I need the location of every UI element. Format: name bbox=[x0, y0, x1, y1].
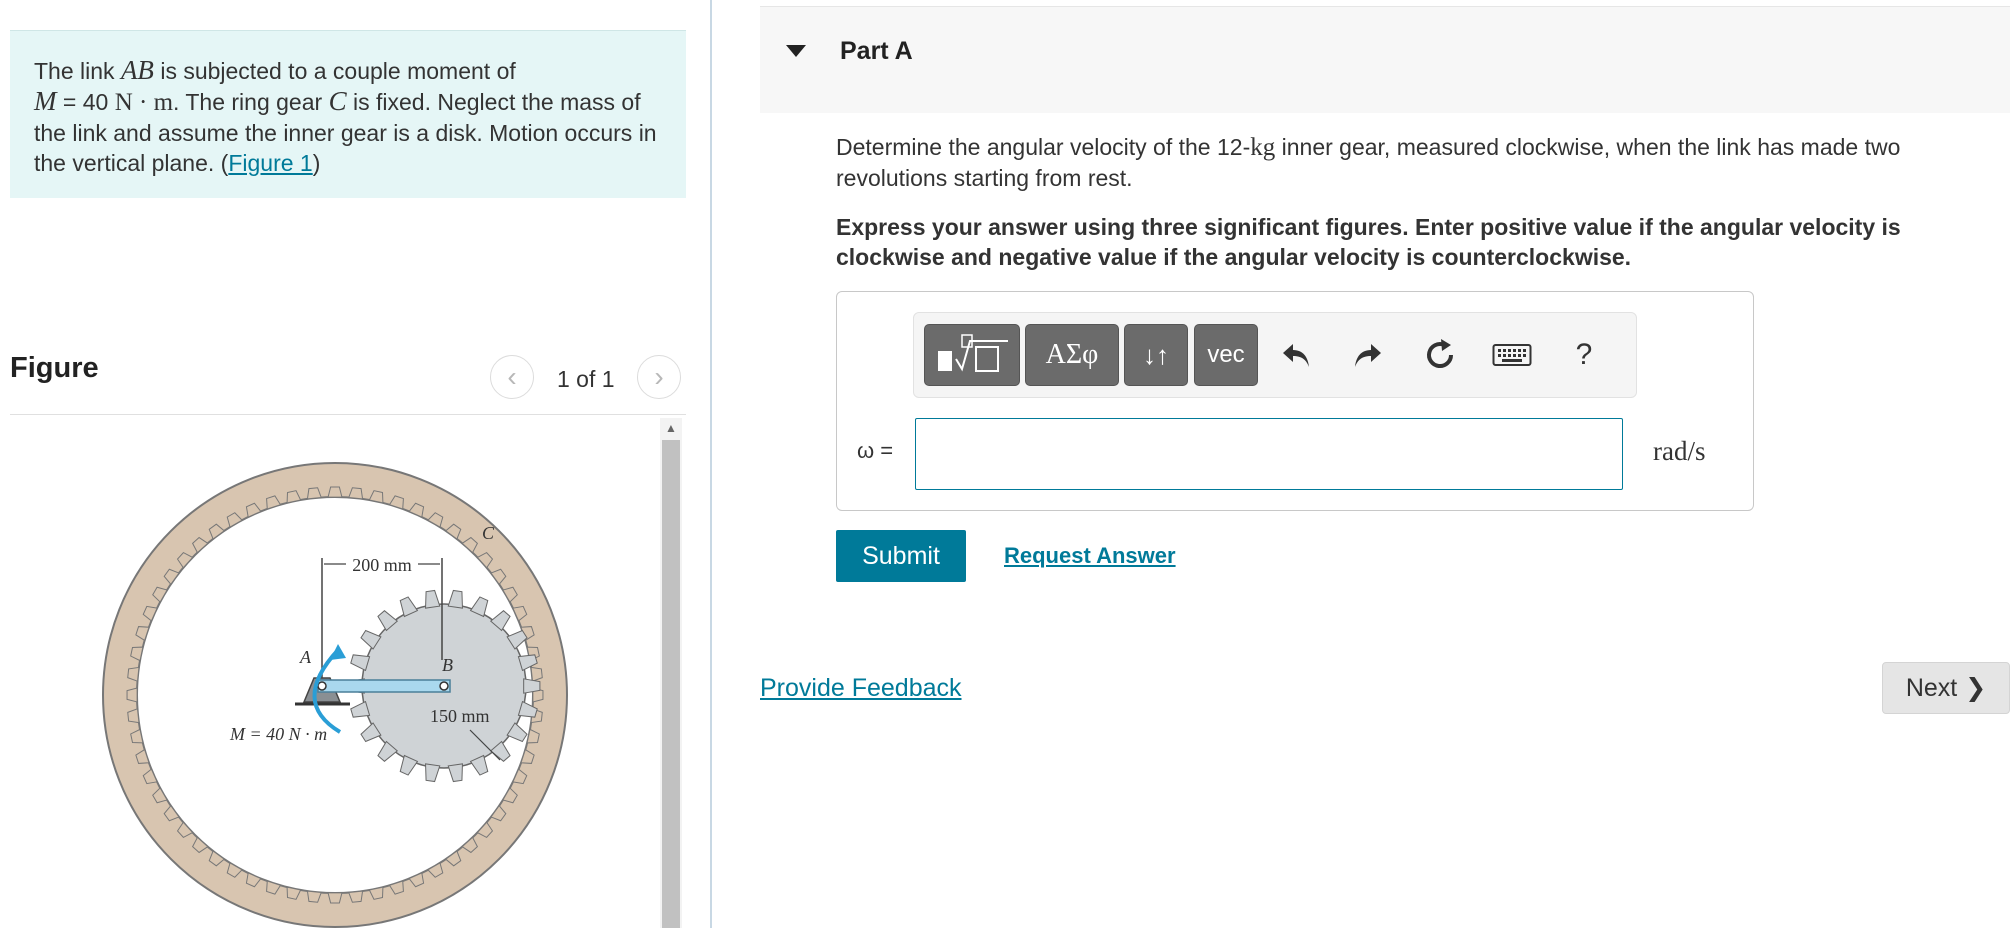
problem-text-2: is subjected to a couple moment of bbox=[153, 58, 516, 84]
gear-name: C bbox=[328, 86, 347, 116]
figure-title: Figure bbox=[10, 352, 99, 384]
part-header[interactable]: Part A bbox=[760, 6, 2010, 113]
instruction-text: Express your answer using three signific… bbox=[836, 214, 1901, 270]
figure-image: 200 mm A B C 150 mm M = 40 N · m bbox=[102, 462, 568, 928]
collapse-triangle-icon[interactable] bbox=[786, 45, 806, 57]
answer-variable-label: ω = bbox=[857, 438, 894, 463]
inner-gear-tooth bbox=[523, 678, 541, 694]
figure-counter: 1 of 1 bbox=[557, 366, 615, 392]
answer-input[interactable] bbox=[915, 418, 1623, 490]
label-200mm: 200 mm bbox=[352, 555, 412, 575]
keyboard-button[interactable] bbox=[1490, 333, 1534, 377]
part-title: Part A bbox=[840, 37, 913, 65]
left-pane: The link AB is subjected to a couple mom… bbox=[0, 0, 710, 928]
question-text-1: Determine the angular velocity of the 12… bbox=[836, 134, 1251, 160]
pane-splitter[interactable] bbox=[710, 0, 712, 928]
math-toolbar: ΑΣφ ↓↑ vec ? bbox=[913, 312, 1637, 398]
reset-button[interactable] bbox=[1418, 333, 1462, 377]
answer-unit-label: rad/s bbox=[1653, 436, 1706, 466]
provide-feedback-link[interactable]: Provide Feedback bbox=[760, 674, 962, 703]
question-text: Determine the angular velocity of the 12… bbox=[836, 132, 1986, 193]
templates-icon bbox=[938, 334, 1008, 372]
question-kg: kg bbox=[1250, 134, 1276, 161]
figure-next-button[interactable]: › bbox=[637, 355, 681, 399]
greek-symbols-button[interactable]: ΑΣφ bbox=[1025, 324, 1119, 386]
answer-box: ΑΣφ ↓↑ vec ? ω = rad/s bbox=[836, 291, 1754, 511]
chevron-right-icon: › bbox=[654, 361, 664, 392]
label-moment: M = 40 N · m bbox=[229, 724, 327, 744]
ring-tooth bbox=[126, 687, 138, 703]
vector-button[interactable]: vec bbox=[1194, 324, 1258, 386]
problem-text-3: . The ring gear bbox=[173, 89, 329, 115]
request-answer-link[interactable]: Request Answer bbox=[1004, 543, 1176, 569]
redo-icon bbox=[1355, 344, 1381, 367]
problem-text-1: The link bbox=[34, 58, 121, 84]
ring-tooth bbox=[327, 486, 343, 498]
problem-text-5: ) bbox=[312, 150, 321, 176]
templates-button[interactable] bbox=[924, 324, 1020, 386]
moment-eq: = 40 bbox=[56, 89, 115, 115]
figure-divider bbox=[10, 414, 686, 415]
figure-link[interactable]: Figure 1 bbox=[228, 150, 312, 176]
label-150mm: 150 mm bbox=[430, 706, 490, 726]
label-a: A bbox=[299, 647, 312, 667]
ring-tooth bbox=[327, 892, 343, 904]
link-ab bbox=[317, 679, 451, 693]
moment-unit: N · m bbox=[114, 89, 174, 116]
submit-button[interactable]: Submit bbox=[836, 530, 966, 582]
moment-symbol: M bbox=[34, 86, 57, 116]
redo-button[interactable] bbox=[1346, 333, 1390, 377]
keyboard-icon bbox=[1492, 344, 1532, 366]
label-b: B bbox=[442, 655, 453, 675]
undo-icon bbox=[1283, 344, 1309, 367]
help-button[interactable]: ? bbox=[1562, 333, 1606, 377]
reset-icon bbox=[1427, 339, 1454, 368]
link-name: AB bbox=[120, 55, 154, 85]
problem-statement: The link AB is subjected to a couple mom… bbox=[10, 30, 686, 198]
figure-scroll-thumb[interactable] bbox=[662, 440, 680, 928]
chevron-left-icon: ‹ bbox=[507, 361, 517, 392]
label-c: C bbox=[482, 523, 495, 543]
next-button[interactable]: Next ❯ bbox=[1882, 662, 2010, 714]
subscript-superscript-button[interactable]: ↓↑ bbox=[1124, 324, 1188, 386]
chevron-right-icon: ❯ bbox=[1965, 674, 1987, 702]
undo-button[interactable] bbox=[1274, 333, 1318, 377]
scroll-up-arrow-icon[interactable]: ▲ bbox=[660, 418, 682, 438]
figure-prev-button[interactable]: ‹ bbox=[490, 355, 534, 399]
next-button-label: Next bbox=[1905, 673, 1958, 702]
